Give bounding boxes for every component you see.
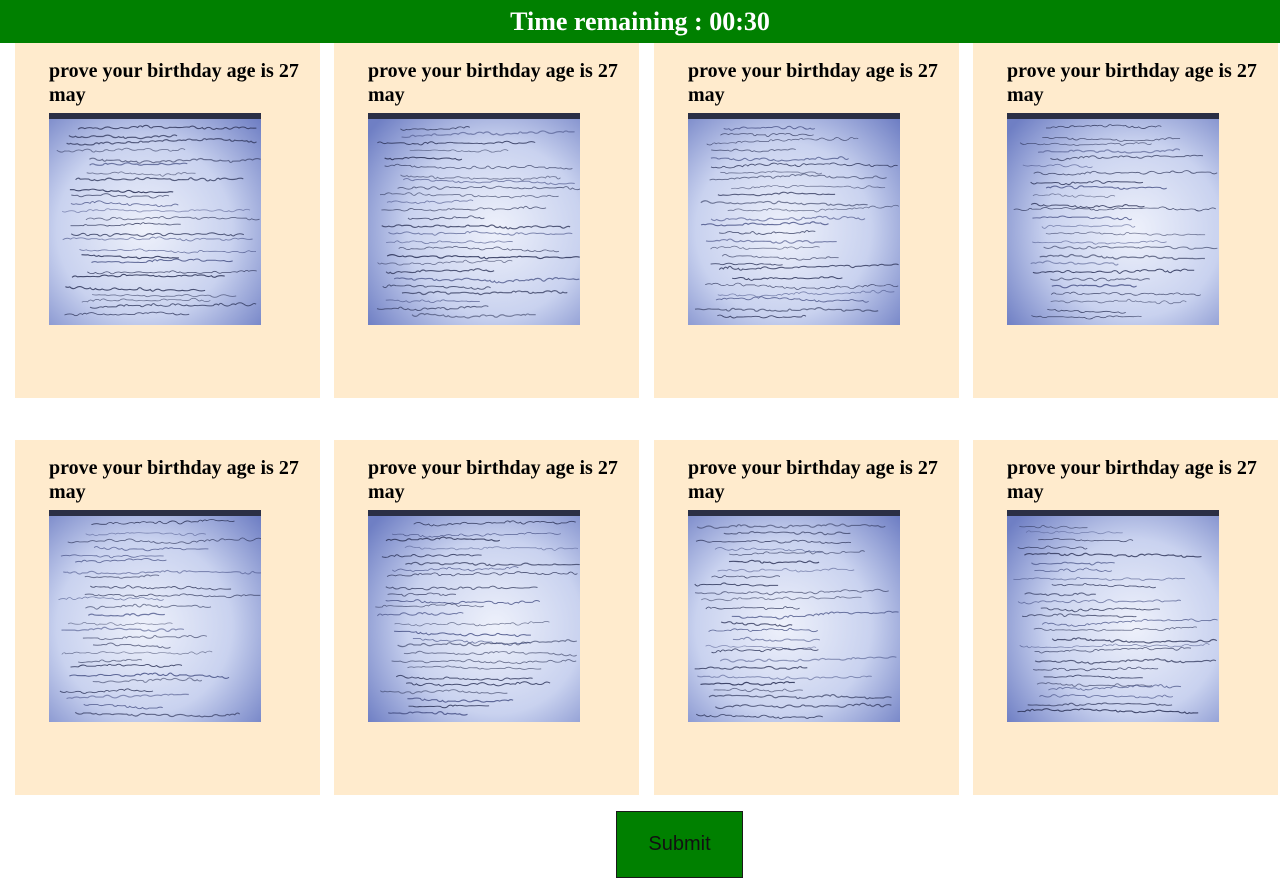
card-title: prove your birthday age is 27 may [1007, 457, 1257, 503]
card-title: prove your birthday age is 27 may [49, 60, 299, 106]
handwritten-page-image [49, 510, 261, 722]
handwritten-page-image [368, 510, 580, 722]
card[interactable]: prove your birthday age is 27 may [654, 43, 959, 398]
card[interactable]: prove your birthday age is 27 may [654, 440, 959, 795]
card[interactable]: prove your birthday age is 27 may [973, 43, 1278, 398]
card-title: prove your birthday age is 27 may [688, 457, 938, 503]
card-title: prove your birthday age is 27 may [368, 60, 618, 106]
card-grid: prove your birthday age is 27 may prove … [0, 0, 1280, 879]
card[interactable]: prove your birthday age is 27 may [973, 440, 1278, 795]
handwritten-page-image [1007, 510, 1219, 722]
handwritten-page-image [688, 113, 900, 325]
card-title: prove your birthday age is 27 may [49, 457, 299, 503]
card-title: prove your birthday age is 27 may [688, 60, 938, 106]
card-title: prove your birthday age is 27 may [1007, 60, 1257, 106]
handwritten-page-image [688, 510, 900, 722]
card[interactable]: prove your birthday age is 27 may [15, 43, 320, 398]
card[interactable]: prove your birthday age is 27 may [334, 440, 639, 795]
card[interactable]: prove your birthday age is 27 may [15, 440, 320, 795]
handwritten-page-image [1007, 113, 1219, 325]
handwritten-page-image [49, 113, 261, 325]
card[interactable]: prove your birthday age is 27 may [334, 43, 639, 398]
handwritten-page-image [368, 113, 580, 325]
submit-button[interactable]: Submit [616, 811, 743, 878]
card-title: prove your birthday age is 27 may [368, 457, 618, 503]
